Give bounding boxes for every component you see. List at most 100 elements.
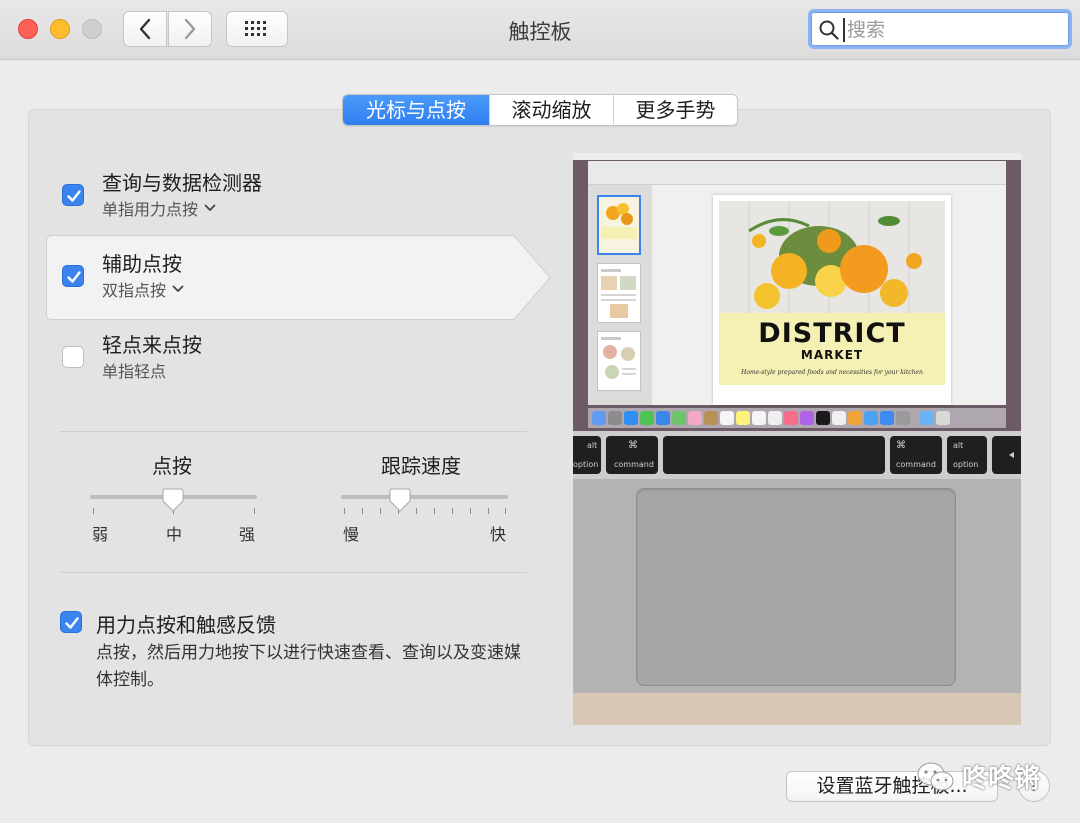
click-slider-title: 点按 (152, 454, 192, 478)
key-label: command (896, 460, 936, 469)
key-label: alt (587, 441, 598, 450)
preview-thumbnail (597, 331, 641, 391)
preview-thumbnail (597, 263, 641, 323)
force-click-checkbox[interactable] (60, 611, 82, 633)
tick-mark (416, 508, 417, 514)
slider-label-fast: 快 (490, 525, 507, 544)
preview-thumbnail (597, 195, 641, 255)
maps-icon (672, 411, 686, 425)
preview-document-canvas: DISTRICT MARKET Home-style prepared food… (652, 185, 1006, 405)
music-icon (784, 411, 798, 425)
option-secondary-click[interactable]: 辅助点按 双指点按 (46, 235, 551, 320)
preview-doc-title: DISTRICT (758, 318, 906, 349)
keyboard-key: ⌘ command (606, 436, 658, 474)
key-label: option (573, 460, 599, 469)
preview-doc-tagline: Home-style prepared foods and necessitie… (741, 369, 923, 376)
mail-icon (656, 411, 670, 425)
key-label: ⌘ (628, 440, 638, 451)
wechat-icon (917, 762, 954, 790)
keyboard-key: alt option (947, 436, 987, 474)
keynote-icon (864, 411, 878, 425)
safari-icon (624, 411, 638, 425)
checkmark-icon (67, 271, 81, 283)
option-lookup-data-detectors[interactable]: 查询与数据检测器 单指用力点按 (46, 154, 550, 238)
finder-icon (592, 411, 606, 425)
fruit-thumbnail-image (601, 203, 637, 239)
preview-fruit-photo (719, 201, 945, 313)
tick-mark (452, 508, 453, 514)
keyboard-key: alt option (573, 436, 601, 474)
option-gesture-label: 单指用力点按 (102, 200, 199, 219)
gesture-preview-video: DISTRICT MARKET Home-style prepared food… (573, 153, 1021, 725)
key-label: ⌘ (896, 440, 906, 451)
option-gesture-menu[interactable]: 双指点按 (102, 277, 184, 301)
tab-scroll-and-zoom[interactable]: 滚动缩放 (489, 95, 613, 125)
tick-mark (488, 508, 489, 514)
pages-icon (848, 411, 862, 425)
page-thumbnail-image (601, 269, 636, 318)
tv-icon (816, 411, 830, 425)
option-tap-to-click[interactable]: 轻点来点按 单指轻点 (46, 316, 550, 400)
launchpad-icon (608, 411, 622, 425)
preview-title-banner: DISTRICT MARKET Home-style prepared food… (719, 313, 945, 385)
preview-doc-subtitle: MARKET (800, 348, 864, 362)
key-label: option (953, 460, 979, 469)
preview-keyboard: alt option ⌘ command ⌘ command alt optio… (573, 431, 1021, 479)
watermark-text: 咚咚锵 (962, 764, 1041, 794)
search-field[interactable] (808, 9, 1072, 49)
contacts-icon (704, 411, 718, 425)
secondary-click-checkbox[interactable] (62, 265, 84, 287)
tick-mark (254, 508, 255, 514)
page-thumbnail-image (601, 337, 636, 379)
tracking-slider-title: 跟踪速度 (381, 454, 461, 478)
tick-mark (344, 508, 345, 514)
tab-bar: 光标与点按 滚动缩放 更多手势 (342, 94, 738, 126)
preview-toolbar (588, 161, 1006, 185)
chevron-down-icon (204, 204, 216, 211)
option-gesture-menu[interactable]: 单指用力点按 (102, 196, 216, 220)
app-store-icon (880, 411, 894, 425)
search-input[interactable] (843, 18, 1063, 42)
tick-mark (434, 508, 435, 514)
tab-more-gestures[interactable]: 更多手势 (613, 95, 737, 125)
preview-document-page: DISTRICT MARKET Home-style prepared food… (713, 195, 951, 405)
tick-mark (470, 508, 471, 514)
messages-icon (640, 411, 654, 425)
tap-to-click-checkbox[interactable] (62, 346, 84, 368)
slider-label-medium: 中 (166, 525, 183, 544)
preview-dock (588, 408, 1006, 428)
tick-mark (93, 508, 94, 514)
tick-mark (505, 508, 506, 514)
preview-screen: DISTRICT MARKET Home-style prepared food… (573, 153, 1021, 431)
tab-point-and-click[interactable]: 光标与点按 (343, 95, 489, 125)
key-label: alt (953, 441, 964, 450)
notes-icon (736, 411, 750, 425)
checkmark-icon (67, 190, 81, 202)
calendar-icon (720, 411, 734, 425)
folder-icon (920, 411, 934, 425)
search-icon (819, 20, 839, 40)
force-click-description: 点按，然后用力地按下以进行快速查看、查询以及变速媒体控制。 (96, 643, 521, 690)
preview-menubar (573, 153, 1021, 160)
slider-label-firm: 强 (239, 525, 256, 544)
keyboard-key (992, 436, 1021, 474)
lookup-checkbox[interactable] (62, 184, 84, 206)
key-label: command (614, 460, 654, 469)
option-gesture-label: 单指轻点 (102, 362, 167, 381)
arrow-left-icon (1009, 452, 1014, 458)
slider-label-light: 弱 (92, 525, 109, 544)
option-label: 辅助点按 (102, 252, 182, 276)
tick-mark (380, 508, 381, 514)
title-bar: 触控板 (0, 0, 1080, 60)
preview-table-edge (573, 693, 1021, 725)
tracking-slider-knob[interactable] (389, 488, 411, 512)
option-label: 轻点来点按 (102, 333, 202, 357)
chevron-down-icon (172, 285, 184, 292)
option-label: 查询与数据检测器 (102, 171, 262, 195)
divider (60, 431, 527, 432)
tracking-slider-track[interactable] (341, 495, 508, 499)
slider-label-slow: 慢 (343, 525, 360, 544)
click-slider-knob[interactable] (162, 488, 184, 512)
trash-icon (936, 411, 950, 425)
option-gesture-label: 双指点按 (102, 281, 167, 300)
